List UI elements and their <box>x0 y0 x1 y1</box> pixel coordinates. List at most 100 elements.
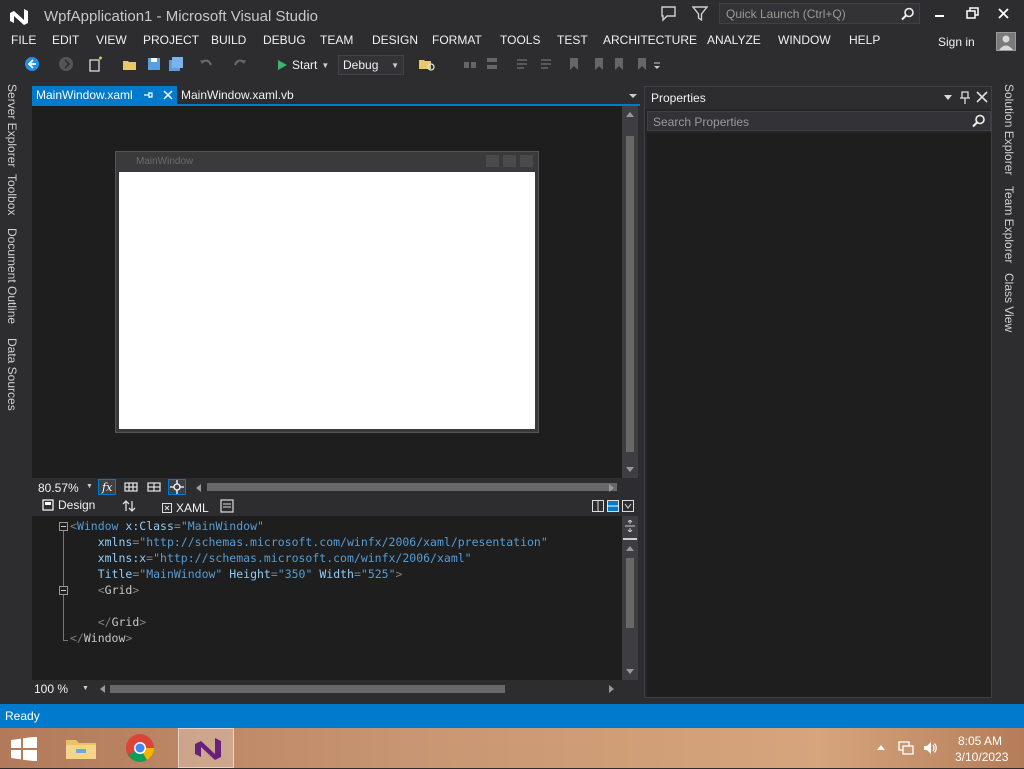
menu-project[interactable]: PROJECT <box>143 33 199 47</box>
toolbar-overflow-icon[interactable] <box>652 62 668 78</box>
menu-design[interactable]: DESIGN <box>372 33 418 47</box>
xaml-only-icon[interactable] <box>220 499 234 513</box>
bookmark-icon[interactable] <box>566 56 582 72</box>
scroll-right-icon[interactable] <box>608 483 616 493</box>
close-icon[interactable] <box>976 91 988 103</box>
menu-format[interactable]: FORMAT <box>432 33 482 47</box>
design-grid-area[interactable] <box>119 172 535 429</box>
xaml-code-editor[interactable]: <Window x:Class="MainWindow" xmlns="http… <box>32 516 622 680</box>
sign-in-link[interactable]: Sign in <box>938 35 975 49</box>
tab-team-explorer[interactable]: Team Explorer <box>1002 186 1016 263</box>
restore-icon[interactable] <box>962 4 982 24</box>
scroll-up-icon[interactable] <box>625 544 635 552</box>
menu-tools[interactable]: TOOLS <box>500 33 540 47</box>
file-explorer-icon[interactable] <box>54 728 110 768</box>
xaml-view-tab[interactable]: XAML <box>162 501 209 515</box>
search-icon[interactable] <box>901 7 915 21</box>
menu-debug[interactable]: DEBUG <box>263 33 306 47</box>
tab-class-view[interactable]: Class View <box>1002 273 1016 332</box>
scroll-thumb[interactable] <box>626 136 634 452</box>
formula-icon[interactable]: fx <box>98 479 116 495</box>
menu-view[interactable]: VIEW <box>96 33 127 47</box>
vertical-split-icon[interactable] <box>592 500 604 512</box>
designer-horizontal-scroll-thumb[interactable] <box>207 483 617 491</box>
find-in-files-icon[interactable] <box>418 56 435 72</box>
menu-edit[interactable]: EDIT <box>52 33 79 47</box>
split-handle-icon[interactable] <box>625 520 635 532</box>
visual-studio-taskbar-icon[interactable] <box>178 728 234 768</box>
swap-panes-icon[interactable] <box>122 499 136 513</box>
snap-to-grid-icon[interactable] <box>145 479 163 495</box>
scroll-thumb[interactable] <box>626 558 634 628</box>
show-hidden-icons-icon[interactable] <box>876 743 886 751</box>
clock-time[interactable]: 8:05 AM <box>958 734 1002 748</box>
filter-icon[interactable] <box>692 5 708 23</box>
xaml-vertical-scrollbar[interactable] <box>622 516 638 680</box>
comment-icon[interactable] <box>514 56 530 72</box>
undo-icon[interactable] <box>198 56 214 72</box>
next-bookmark-icon[interactable] <box>612 56 628 72</box>
snap-to-snaplines-icon[interactable] <box>168 479 186 495</box>
panel-dropdown-icon[interactable] <box>943 94 953 102</box>
menu-analyze[interactable]: ANALYZE <box>707 33 761 47</box>
scroll-down-icon[interactable] <box>625 668 635 676</box>
minimize-icon[interactable] <box>930 4 950 24</box>
save-all-icon[interactable] <box>168 56 184 72</box>
scroll-down-icon[interactable] <box>625 466 635 474</box>
designer-vertical-scrollbar[interactable] <box>622 106 638 478</box>
navigate-forward-icon[interactable] <box>58 56 74 72</box>
search-icon[interactable] <box>972 114 986 128</box>
scroll-left-icon[interactable] <box>194 483 202 493</box>
windows-start-icon[interactable] <box>10 737 38 761</box>
start-debugging-button[interactable]: Start ▼ <box>276 56 329 74</box>
design-view-tab[interactable]: Design <box>42 498 95 512</box>
solution-configuration-select[interactable]: Debug ▼ <box>338 55 404 75</box>
menu-team[interactable]: TEAM <box>320 33 353 47</box>
collapse-region-icon[interactable] <box>59 522 68 531</box>
chevron-down-icon[interactable]: ▼ <box>82 685 89 692</box>
scroll-right-icon[interactable] <box>608 684 616 694</box>
zoom-select[interactable]: 80.57% ▼ <box>34 479 94 495</box>
clear-bookmarks-icon[interactable] <box>634 56 650 72</box>
tab-solution-explorer[interactable]: Solution Explorer <box>1002 84 1016 175</box>
pin-icon[interactable] <box>142 89 154 101</box>
new-project-icon[interactable] <box>88 56 104 72</box>
quick-launch-input[interactable]: Quick Launch (Ctrl+Q) <box>719 3 920 24</box>
menu-window[interactable]: WINDOW <box>778 33 831 47</box>
design-window-preview[interactable]: MainWindow <box>115 151 539 433</box>
tab-document-outline[interactable]: Document Outline <box>5 228 19 324</box>
menu-build[interactable]: BUILD <box>211 33 246 47</box>
open-file-icon[interactable] <box>122 56 138 72</box>
tab-data-sources[interactable]: Data Sources <box>5 338 19 411</box>
tab-mainwindow-xaml[interactable]: MainWindow.xaml <box>32 86 177 106</box>
align-center-icon[interactable] <box>484 56 500 72</box>
grid-icon[interactable] <box>122 479 140 495</box>
close-icon[interactable] <box>162 89 174 101</box>
clock-date[interactable]: 3/10/2023 <box>955 750 1008 764</box>
align-left-icon[interactable] <box>462 56 478 72</box>
scroll-left-icon[interactable] <box>98 684 106 694</box>
pin-icon[interactable] <box>959 91 971 105</box>
collapse-region-icon[interactable] <box>59 586 68 595</box>
collapse-pane-icon[interactable] <box>622 500 634 512</box>
menu-architecture[interactable]: ARCHITECTURE <box>603 33 697 47</box>
menu-test[interactable]: TEST <box>557 33 588 47</box>
uncomment-icon[interactable] <box>538 56 554 72</box>
previous-bookmark-icon[interactable] <box>590 56 606 72</box>
scroll-up-icon[interactable] <box>625 110 635 118</box>
redo-icon[interactable] <box>232 56 248 72</box>
properties-search-input[interactable]: Search Properties <box>647 111 991 131</box>
avatar[interactable] <box>996 32 1016 51</box>
volume-icon[interactable] <box>922 740 938 756</box>
chrome-icon[interactable] <box>112 728 168 768</box>
network-icon[interactable] <box>898 740 914 756</box>
xaml-zoom-value[interactable]: 100 % <box>34 682 68 696</box>
navigate-back-icon[interactable] <box>24 56 40 72</box>
save-icon[interactable] <box>146 56 162 72</box>
feedback-icon[interactable] <box>660 5 678 23</box>
chevron-down-icon[interactable] <box>628 91 638 101</box>
menu-help[interactable]: HELP <box>849 33 880 47</box>
close-icon[interactable] <box>994 4 1014 24</box>
menu-file[interactable]: FILE <box>11 33 36 47</box>
xaml-horizontal-scroll-thumb[interactable] <box>110 685 505 693</box>
